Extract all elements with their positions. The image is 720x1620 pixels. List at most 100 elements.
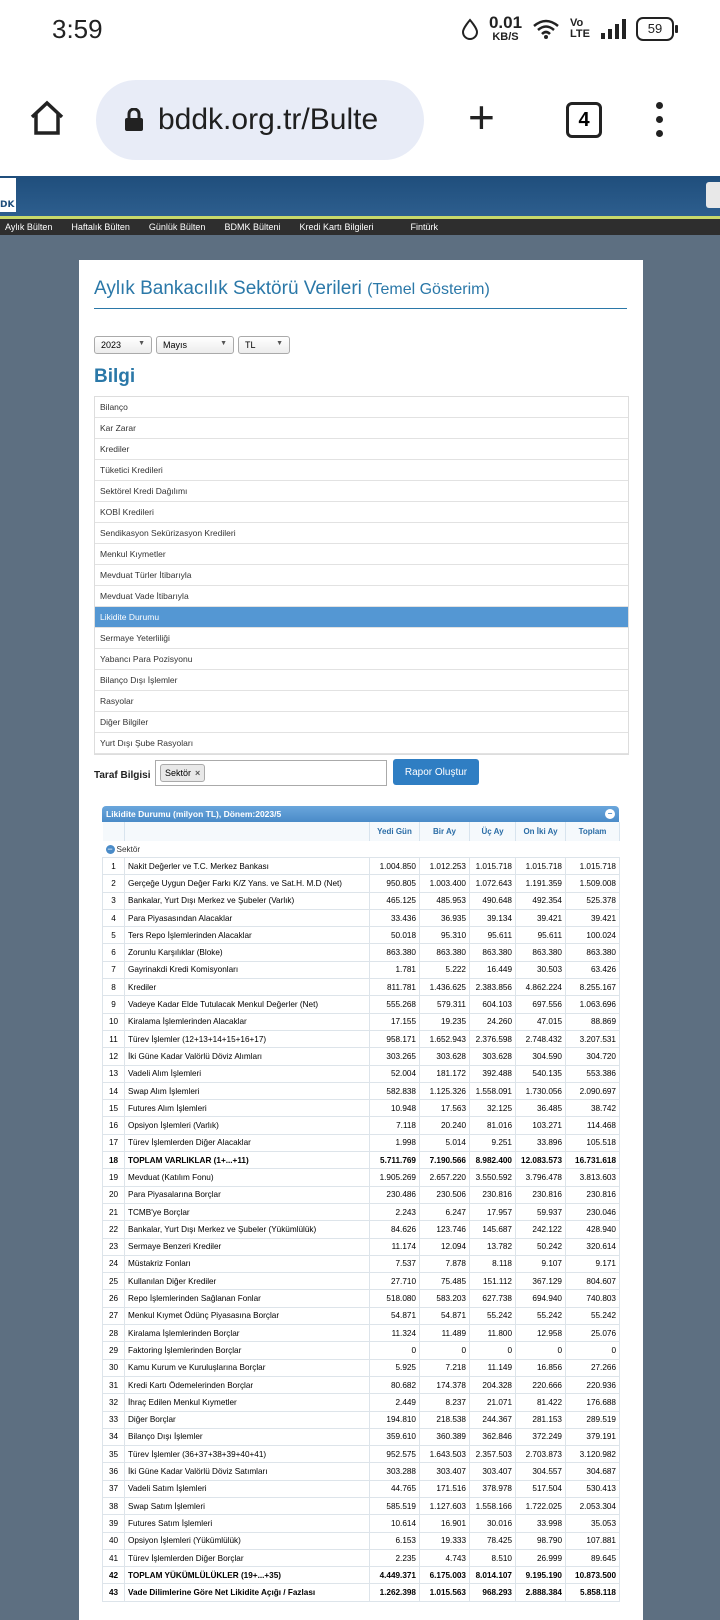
- col-on-iki-ay[interactable]: On İki Ay: [515, 822, 566, 841]
- col-toplam[interactable]: Toplam: [565, 822, 620, 841]
- row-value: 12.083.573: [515, 1151, 566, 1170]
- menu-item[interactable]: Bilanço: [95, 397, 628, 418]
- row-number: 1: [102, 856, 125, 876]
- menu-item[interactable]: Yurt Dışı Şube Rasyoları: [95, 733, 628, 754]
- table-row: 7 Gayrinakdi Kredi Komisyonları 1.781 5.222…: [102, 960, 620, 980]
- row-value: 230.506: [419, 1185, 470, 1204]
- menu-item[interactable]: Sermaye Yeterliliği: [95, 628, 628, 649]
- status-time: 3:59: [52, 14, 103, 44]
- row-value: 5.222: [419, 960, 470, 980]
- col-uc-ay[interactable]: Üç Ay: [469, 822, 516, 841]
- row-number: 36: [102, 1462, 125, 1481]
- rapor-olustur-button[interactable]: Rapor Oluştur: [393, 759, 479, 785]
- row-value: 304.590: [515, 1047, 566, 1066]
- menu-item[interactable]: KOBİ Kredileri: [95, 502, 628, 523]
- row-value: 378.978: [469, 1479, 516, 1498]
- row-value: 1.015.563: [419, 1583, 470, 1602]
- row-label: Gayrinakdi Kredi Komisyonları: [124, 960, 370, 980]
- row-label: Bankalar, Yurt Dışı Merkez ve Şubeler (V…: [124, 891, 370, 910]
- lock-icon[interactable]: [124, 108, 144, 132]
- signal-icon: [601, 18, 626, 39]
- table-row: 36 İki Güne Kadar Valörlü Döviz Satımları…: [102, 1462, 620, 1481]
- menu-item[interactable]: Mevduat Vade İtibarıyla: [95, 586, 628, 607]
- row-number: 29: [102, 1341, 125, 1360]
- table-row: 23 Sermaye Benzeri Krediler 11.174 12.094 13…: [102, 1237, 620, 1256]
- col-bir-ay[interactable]: Bir Ay: [419, 822, 470, 841]
- year-select[interactable]: 2023 ▼: [94, 336, 152, 354]
- address-bar[interactable]: bddk.org.tr/Bulte: [96, 80, 424, 160]
- url-text[interactable]: bddk.org.tr/Bulte: [158, 103, 378, 137]
- nav-kredi-karti[interactable]: Kredi Kartı Bilgileri: [299, 222, 373, 232]
- nav-haftalik-bulten[interactable]: Haftalık Bülten: [71, 222, 130, 232]
- nav-gunluk-bulten[interactable]: Günlük Bülten: [149, 222, 206, 232]
- row-label: Diğer Borçlar: [124, 1410, 370, 1429]
- table-row: 40 Opsiyon İşlemleri (Yükümlülük) 6.153 19.…: [102, 1531, 620, 1550]
- row-value: 19.333: [419, 1531, 470, 1550]
- table-row: 29 Faktoring İşlemlerinden Borçlar 0 0 0 0 0: [102, 1341, 620, 1360]
- menu-item[interactable]: Menkul Kıymetler: [95, 544, 628, 565]
- row-number: 19: [102, 1168, 125, 1187]
- row-value: 2.383.856: [469, 978, 516, 997]
- row-label: Zorunlu Karşılıklar (Bloke): [124, 943, 370, 962]
- tab-switcher-button[interactable]: 4: [566, 102, 602, 138]
- menu-item[interactable]: Krediler: [95, 439, 628, 460]
- row-value: 585.519: [369, 1496, 420, 1516]
- row-label: Vade Dilimlerine Göre Net Likidite Açığı…: [124, 1583, 370, 1602]
- row-number: 16: [102, 1116, 125, 1135]
- row-label: Opsiyon İşlemleri (Varlık): [124, 1116, 370, 1135]
- row-value: 2.449: [369, 1393, 420, 1412]
- hamburger-menu-icon[interactable]: [706, 182, 720, 208]
- row-value: 4.862.224: [515, 978, 566, 997]
- tag-remove-icon[interactable]: ×: [195, 768, 200, 778]
- row-number: 33: [102, 1410, 125, 1429]
- row-value: 114.468: [565, 1116, 620, 1135]
- menu-item[interactable]: Tüketici Kredileri: [95, 460, 628, 481]
- row-value: 1.015.718: [565, 856, 620, 876]
- row-value: 123.746: [419, 1220, 470, 1239]
- wifi-icon: [533, 19, 559, 39]
- month-select[interactable]: Mayıs ▼: [156, 336, 234, 354]
- bddk-logo[interactable]: DK: [0, 178, 16, 212]
- menu-item[interactable]: Kar Zarar: [95, 418, 628, 439]
- currency-select[interactable]: TL ▼: [238, 336, 290, 354]
- group-row[interactable]: − Sektör: [103, 841, 620, 858]
- nav-bdmk-bulteni[interactable]: BDMK Bülteni: [224, 222, 280, 232]
- new-tab-button[interactable]: +: [468, 94, 495, 140]
- row-value: 176.688: [565, 1393, 620, 1412]
- row-number: 34: [102, 1427, 125, 1447]
- menu-item[interactable]: Rasyolar: [95, 691, 628, 712]
- menu-item[interactable]: Yabancı Para Pozisyonu: [95, 649, 628, 670]
- col-yedi-gun[interactable]: Yedi Gün: [369, 822, 420, 841]
- row-label: Müstakriz Fonları: [124, 1254, 370, 1274]
- row-value: 1.063.696: [565, 995, 620, 1014]
- row-value: 16.856: [515, 1358, 566, 1377]
- minus-icon[interactable]: −: [105, 844, 115, 854]
- nav-finturk[interactable]: Fintürk: [411, 222, 439, 232]
- row-value: 78.425: [469, 1531, 516, 1550]
- more-menu-icon[interactable]: [656, 102, 663, 137]
- row-value: 54.871: [419, 1306, 470, 1326]
- row-value: 220.666: [515, 1375, 566, 1395]
- row-value: 304.720: [565, 1047, 620, 1066]
- menu-item[interactable]: Sendikasyon Sekürizasyon Kredileri: [95, 523, 628, 544]
- menu-item[interactable]: Sektörel Kredi Dağılımı: [95, 481, 628, 502]
- row-value: 17.155: [369, 1012, 420, 1031]
- menu-item[interactable]: Likidite Durumu: [95, 607, 628, 628]
- collapse-icon[interactable]: −: [605, 809, 615, 819]
- table-row: 22 Bankalar, Yurt Dışı Merkez ve Şubeler …: [102, 1220, 620, 1239]
- nav-aylik-bulten[interactable]: Aylık Bülten: [5, 222, 52, 232]
- menu-item[interactable]: Mevduat Türler İtibarıyla: [95, 565, 628, 586]
- row-label: Repo İşlemlerinden Sağlanan Fonlar: [124, 1289, 370, 1308]
- row-value: 39.421: [515, 908, 566, 928]
- row-value: 204.328: [469, 1375, 516, 1395]
- table-row: 14 Swap Alım İşlemleri 582.838 1.125.326 1.5…: [102, 1081, 620, 1101]
- menu-item[interactable]: Bilanço Dışı İşlemler: [95, 670, 628, 691]
- row-value: 17.957: [469, 1202, 516, 1222]
- menu-item[interactable]: Diğer Bilgiler: [95, 712, 628, 733]
- data-saver-icon: [461, 17, 478, 40]
- row-value: 1.015.718: [515, 856, 566, 876]
- taraf-select[interactable]: Sektör ×: [155, 760, 387, 786]
- row-value: 530.413: [565, 1479, 620, 1498]
- home-icon[interactable]: [28, 100, 66, 136]
- row-label: İki Güne Kadar Valörlü Döviz Satımları: [124, 1462, 370, 1481]
